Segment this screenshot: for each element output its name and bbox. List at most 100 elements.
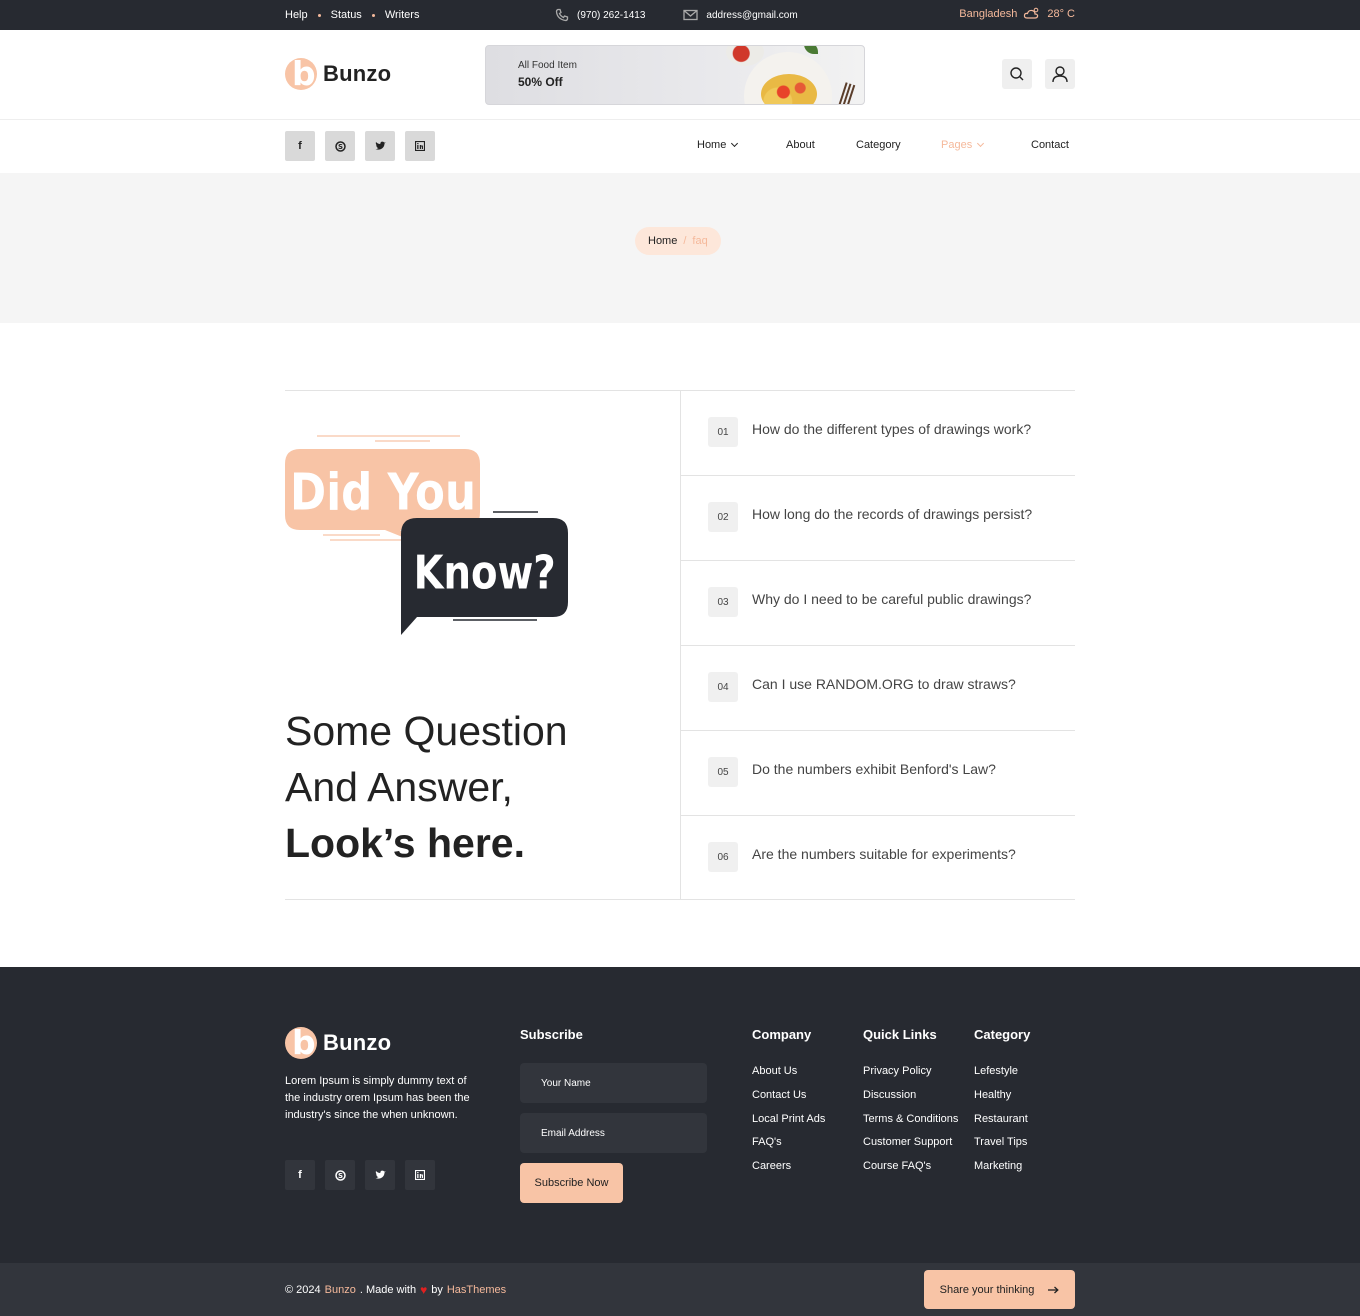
- writers-link[interactable]: Writers: [385, 9, 420, 21]
- made-with-text: . Made with: [359, 1284, 417, 1296]
- phone-number[interactable]: (970) 262-1413: [577, 10, 645, 21]
- footer-link-about-us[interactable]: About Us: [752, 1065, 797, 1077]
- arrow-right-icon: [1048, 1286, 1060, 1293]
- search-icon: [1010, 67, 1024, 81]
- breadcrumb: Home / faq: [635, 227, 721, 255]
- location: Bangladesh: [959, 8, 1018, 20]
- linkedin-icon: [415, 141, 425, 151]
- nav-category[interactable]: Category: [856, 139, 901, 151]
- status-link[interactable]: Status: [331, 9, 362, 21]
- logo-icon: [285, 58, 317, 90]
- promo-banner[interactable]: All Food Item 50% Off: [485, 45, 865, 105]
- skype-icon: S: [334, 1169, 346, 1181]
- temperature: 28° C: [1047, 8, 1075, 20]
- nav-pages-label: Pages: [941, 139, 973, 151]
- footer-link-customer-support[interactable]: Customer Support: [863, 1136, 952, 1148]
- twitter-button[interactable]: [365, 131, 395, 161]
- contact-info: (970) 262-1413 address@gmail.com: [555, 8, 826, 22]
- footer-link-course-faqs[interactable]: Course FAQ's: [863, 1160, 931, 1172]
- nav-pages[interactable]: Pages: [941, 139, 985, 151]
- faq-question: Are the numbers suitable for experiments…: [752, 846, 1016, 862]
- breadcrumb-home[interactable]: Home: [648, 235, 677, 247]
- subscribe-button[interactable]: Subscribe Now: [520, 1163, 623, 1203]
- site-footer: Bunzo Lorem Ipsum is simply dummy text o…: [0, 967, 1360, 1263]
- faq-number: 01: [708, 417, 738, 447]
- nav-home[interactable]: Home: [697, 139, 739, 151]
- company-heading: Company: [752, 1027, 812, 1042]
- footer-logo[interactable]: Bunzo: [285, 1027, 391, 1059]
- phone-icon: [555, 8, 569, 22]
- cloud-sun-icon: [1024, 7, 1039, 19]
- footer-link-terms[interactable]: Terms & Conditions: [863, 1113, 958, 1125]
- mail-icon: [683, 9, 699, 21]
- author-link[interactable]: HasThemes: [447, 1284, 506, 1296]
- chevron-down-icon: [731, 139, 739, 148]
- footer-link-restaurant[interactable]: Restaurant: [974, 1113, 1028, 1125]
- svg-text:S: S: [337, 1172, 342, 1180]
- logo-text: Bunzo: [323, 1030, 392, 1055]
- email-address[interactable]: address@gmail.com: [706, 10, 797, 21]
- linkedin-button[interactable]: [405, 131, 435, 161]
- separator-dot: [317, 13, 321, 17]
- copyright-brand-link[interactable]: Bunzo: [325, 1284, 356, 1296]
- footer-link-healthy[interactable]: Healthy: [974, 1089, 1011, 1101]
- footer-link-contact-us[interactable]: Contact Us: [752, 1089, 806, 1101]
- faq-question: How long do the records of drawings pers…: [752, 506, 1033, 522]
- faq-item[interactable]: 03 Why do I need to be careful public dr…: [681, 561, 1075, 646]
- search-button[interactable]: [1002, 59, 1032, 89]
- facebook-button[interactable]: f: [285, 1160, 315, 1190]
- category-heading: Category: [974, 1027, 1031, 1042]
- footer-link-privacy-policy[interactable]: Privacy Policy: [863, 1065, 931, 1077]
- weather: Bangladesh 28° C: [959, 7, 1075, 21]
- footer-link-local-print-ads[interactable]: Local Print Ads: [752, 1113, 825, 1125]
- svg-text:S: S: [337, 143, 342, 151]
- footer-link-marketing[interactable]: Marketing: [974, 1160, 1022, 1172]
- faq-item[interactable]: 02 How long do the records of drawings p…: [681, 476, 1075, 561]
- quick-links-heading: Quick Links: [863, 1027, 937, 1042]
- leaf-image: [804, 46, 818, 54]
- facebook-icon: f: [298, 140, 302, 152]
- user-button[interactable]: [1045, 59, 1075, 89]
- logo-text: Bunzo: [323, 61, 392, 86]
- separator-dot: [371, 13, 375, 17]
- site-header: Bunzo All Food Item 50% Off: [0, 30, 1360, 120]
- nav-contact[interactable]: Contact: [1031, 139, 1069, 151]
- twitter-button[interactable]: [365, 1160, 395, 1190]
- footer-description: Lorem Ipsum is simply dummy text of the …: [285, 1075, 470, 1121]
- footer-link-lifestyle[interactable]: Lefestyle: [974, 1065, 1018, 1077]
- name-field[interactable]: Your Name: [520, 1063, 707, 1103]
- bottom-bar: © 2024 Bunzo . Made with ♥ by HasThemes …: [0, 1263, 1360, 1316]
- footer-link-careers[interactable]: Careers: [752, 1160, 791, 1172]
- faq-item[interactable]: 04 Can I use RANDOM.ORG to draw straws?: [681, 646, 1075, 731]
- faq-item[interactable]: 06 Are the numbers suitable for experime…: [681, 816, 1075, 901]
- help-link[interactable]: Help: [285, 9, 308, 21]
- linkedin-icon: [415, 1170, 425, 1180]
- breadcrumb-separator: /: [683, 235, 687, 247]
- share-button[interactable]: Share your thinking: [924, 1270, 1075, 1309]
- faq-number: 02: [708, 502, 738, 532]
- page-banner: Home / faq: [0, 173, 1360, 323]
- footer-link-travel-tips[interactable]: Travel Tips: [974, 1136, 1027, 1148]
- skype-button[interactable]: S: [325, 131, 355, 161]
- nav-home-label: Home: [697, 139, 727, 151]
- top-links: Help Status Writers: [285, 9, 419, 21]
- share-button-label: Share your thinking: [939, 1283, 1035, 1296]
- nav-row: f S Home About Category Pages Contact: [0, 120, 1360, 173]
- nav-about[interactable]: About: [786, 139, 815, 151]
- badge-did-you: Did You: [290, 463, 476, 522]
- faq-number: 06: [708, 842, 738, 872]
- facebook-button[interactable]: f: [285, 131, 315, 161]
- faq-item[interactable]: 05 Do the numbers exhibit Benford's Law?: [681, 731, 1075, 816]
- chevron-down-icon: [977, 139, 985, 148]
- faq-headline: Some Question And Answer, Look’s here.: [285, 703, 568, 871]
- promo-big-text: 50% Off: [518, 75, 563, 89]
- did-you-know-illustration: Did You Know?: [285, 435, 568, 635]
- logo[interactable]: Bunzo: [285, 58, 391, 90]
- footer-link-faqs[interactable]: FAQ's: [752, 1136, 782, 1148]
- linkedin-button[interactable]: [405, 1160, 435, 1190]
- email-field[interactable]: Email Address: [520, 1113, 707, 1153]
- headline-line-1: Some Question: [285, 708, 568, 754]
- faq-item[interactable]: 01 How do the different types of drawing…: [681, 391, 1075, 476]
- skype-button[interactable]: S: [325, 1160, 355, 1190]
- footer-link-discussion[interactable]: Discussion: [863, 1089, 916, 1101]
